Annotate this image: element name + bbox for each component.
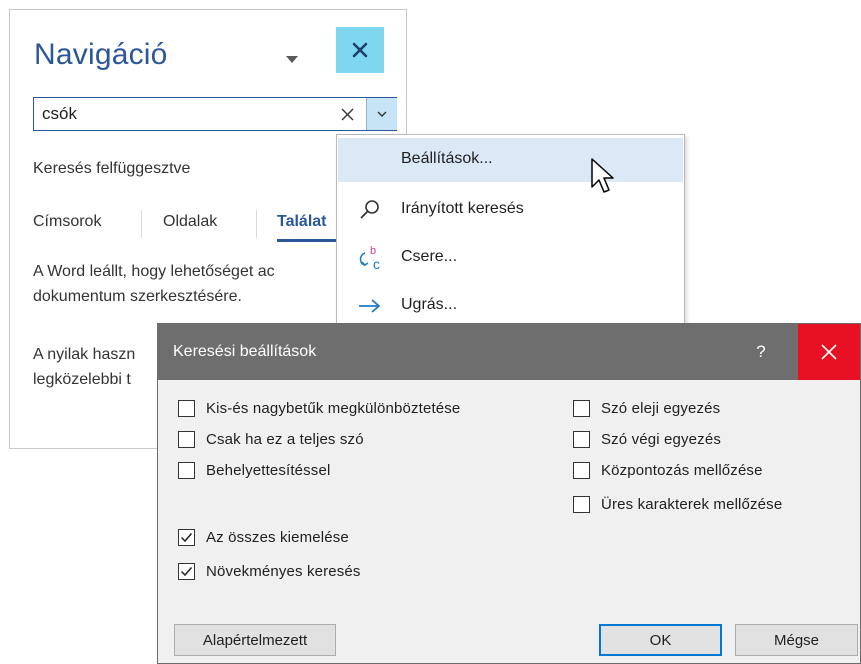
cancel-button[interactable]: Mégse: [735, 624, 858, 656]
clear-x-icon: [341, 108, 353, 120]
close-icon: [821, 344, 837, 360]
checkbox[interactable]: [573, 495, 590, 513]
option-whole-word[interactable]: Csak ha ez a teljes szó: [178, 428, 364, 450]
results-message-line: legközelebbi t: [33, 371, 131, 388]
search-input[interactable]: [42, 98, 322, 130]
search-status: Keresés felfüggesztve: [33, 160, 191, 177]
tab-divider: [141, 210, 142, 238]
chevron-down-icon: [377, 111, 387, 117]
search-options-menu: Beállítások... Irányított keresés b c Cs…: [336, 134, 685, 334]
checkbox[interactable]: [178, 399, 195, 417]
option-label: Az összes kiemelése: [206, 528, 349, 546]
arrow-right-icon: [356, 292, 384, 320]
option-label: Kis-és nagybetűk megkülönböztetése: [206, 399, 461, 417]
option-highlight-all[interactable]: Az összes kiemelése: [178, 526, 349, 548]
option-ignore-punctuation[interactable]: Központozás mellőzése: [573, 459, 763, 481]
checkbox[interactable]: [178, 562, 195, 580]
tab-headings[interactable]: Címsorok: [33, 213, 101, 231]
results-message-line: dokumentum szerkesztésére.: [33, 288, 242, 305]
tab-divider: [256, 210, 257, 238]
svg-text:c: c: [373, 256, 380, 272]
option-incremental-find[interactable]: Növekményes keresés: [178, 560, 361, 582]
pane-options-chevron-icon[interactable]: [286, 56, 298, 63]
menu-item-label: Beállítások...: [401, 150, 493, 167]
mouse-cursor-icon: [591, 158, 614, 193]
option-match-suffix[interactable]: Szó végi egyezés: [573, 428, 721, 450]
checkbox[interactable]: [178, 528, 195, 546]
set-default-button[interactable]: Alapértelmezett: [174, 624, 336, 656]
search-box: [33, 97, 397, 131]
checkbox[interactable]: [573, 461, 590, 479]
menu-item-label: Csere...: [401, 248, 458, 265]
clear-search-button[interactable]: [335, 98, 359, 130]
search-options-dialog: Keresési beállítások ? Kis-és nagybetűk …: [157, 323, 861, 664]
option-label: Csak ha ez a teljes szó: [206, 430, 364, 448]
close-icon: [352, 42, 368, 58]
option-label: Növekményes keresés: [206, 562, 361, 580]
checkmark-icon: [180, 532, 193, 542]
checkbox[interactable]: [573, 399, 590, 417]
dialog-titlebar[interactable]: Keresési beállítások ?: [158, 324, 860, 380]
ok-button[interactable]: OK: [599, 624, 722, 656]
menu-item-advanced-find[interactable]: Irányított keresés: [338, 188, 683, 232]
close-pane-button[interactable]: [336, 27, 384, 73]
option-match-case[interactable]: Kis-és nagybetűk megkülönböztetése: [178, 397, 460, 419]
dialog-title: Keresési beállítások: [173, 343, 317, 360]
dialog-close-button[interactable]: [798, 324, 860, 380]
help-button[interactable]: ?: [736, 324, 786, 380]
replace-icon: b c: [356, 244, 384, 272]
results-message-line: A nyilak haszn: [33, 346, 136, 363]
option-ignore-whitespace[interactable]: Üres karakterek mellőzése: [573, 493, 782, 515]
search-icon: [356, 196, 384, 224]
option-label: Központozás mellőzése: [601, 461, 763, 479]
option-wildcards[interactable]: Behelyettesítéssel: [178, 459, 330, 481]
navigation-title: Navigáció: [34, 38, 168, 71]
checkbox[interactable]: [178, 430, 195, 448]
checkbox[interactable]: [573, 430, 590, 448]
menu-item-options[interactable]: Beállítások...: [338, 138, 683, 182]
menu-item-label: Ugrás...: [401, 296, 458, 313]
option-label: Szó végi egyezés: [601, 430, 721, 448]
tab-pages[interactable]: Oldalak: [163, 213, 217, 231]
option-match-prefix[interactable]: Szó eleji egyezés: [573, 397, 720, 419]
tab-results[interactable]: Találat: [277, 213, 327, 231]
menu-item-replace[interactable]: b c Csere...: [338, 236, 683, 280]
results-message-line: A Word leállt, hogy lehetőséget ac: [33, 263, 275, 280]
menu-item-label: Irányított keresés: [401, 200, 524, 217]
option-label: Üres karakterek mellőzése: [601, 495, 783, 513]
checkbox[interactable]: [178, 461, 195, 479]
menu-item-goto[interactable]: Ugrás...: [338, 284, 683, 328]
option-label: Behelyettesítéssel: [206, 461, 331, 479]
search-options-dropdown-button[interactable]: [366, 98, 397, 130]
option-label: Szó eleji egyezés: [601, 399, 721, 417]
checkmark-icon: [180, 566, 193, 576]
